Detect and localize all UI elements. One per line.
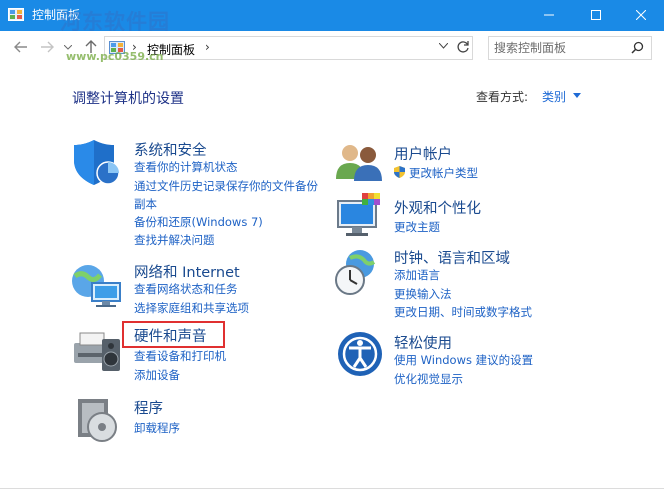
category-title-system-security[interactable]: 系统和安全 [134, 139, 207, 160]
link-change-theme[interactable]: 更改主题 [394, 220, 440, 234]
minimize-button[interactable] [526, 0, 572, 31]
view-by-chevron-icon[interactable] [573, 93, 581, 98]
title-bar: 控制面板 河东软件园 [0, 0, 664, 34]
uac-shield-icon [394, 166, 405, 178]
link-windows-recommended-settings[interactable]: 使用 Windows 建议的设置 [394, 353, 533, 367]
link-change-account-type[interactable]: 更改帐户类型 [409, 166, 478, 180]
close-icon [636, 10, 646, 20]
link-network-status[interactable]: 查看网络状态和任务 [134, 282, 238, 296]
network-globe-icon[interactable] [70, 261, 122, 309]
category-title-user-accounts[interactable]: 用户帐户 [394, 143, 452, 164]
control-panel-icon [8, 8, 24, 21]
link-optimize-visual-display[interactable]: 优化视觉显示 [394, 372, 463, 386]
maximize-button[interactable] [573, 0, 619, 31]
link-troubleshoot[interactable]: 查找并解决问题 [134, 233, 215, 247]
category-title-ease-of-access[interactable]: 轻松使用 [394, 332, 452, 353]
category-title-network[interactable]: 网络和 Internet [134, 261, 240, 282]
link-homegroup-sharing[interactable]: 选择家庭组和共享选项 [134, 301, 249, 315]
view-by-label: 查看方式: [476, 90, 529, 104]
link-change-input-method[interactable]: 更换输入法 [394, 287, 452, 301]
clock-globe-icon[interactable] [334, 248, 380, 298]
category-title-clock-region[interactable]: 时钟、语言和区域 [394, 247, 510, 268]
link-devices-printers[interactable]: 查看设备和打印机 [134, 349, 226, 363]
watermark-url: www.pc0359.cn [66, 50, 164, 63]
category-title-appearance[interactable]: 外观和个性化 [394, 197, 481, 218]
back-arrow-icon[interactable] [14, 40, 28, 54]
page-heading: 调整计算机的设置 [72, 91, 184, 107]
appearance-monitor-icon[interactable] [336, 193, 384, 239]
minimize-icon [544, 14, 554, 16]
link-change-date-time-format[interactable]: 更改日期、时间或数字格式 [394, 305, 532, 319]
ease-of-access-icon[interactable] [337, 331, 383, 377]
breadcrumb-chevron-icon[interactable]: › [205, 40, 210, 54]
link-backup-restore[interactable]: 备份和还原(Windows 7) [134, 215, 263, 229]
link-file-history-backup[interactable]: 通过文件历史记录保存你的文件备份 [134, 179, 318, 193]
search-icon[interactable] [631, 41, 644, 54]
shield-icon[interactable] [72, 138, 122, 188]
highlight-box [122, 321, 225, 348]
category-title-programs[interactable]: 程序 [134, 397, 163, 418]
maximize-icon [591, 10, 601, 20]
printer-speaker-icon[interactable] [72, 325, 124, 375]
address-dropdown-chevron-icon[interactable] [439, 43, 448, 49]
refresh-icon[interactable] [456, 40, 470, 54]
view-by-dropdown[interactable]: 类别 [542, 88, 566, 105]
user-accounts-icon[interactable] [336, 143, 382, 181]
programs-disc-icon[interactable] [76, 397, 122, 443]
link-add-language[interactable]: 添加语言 [394, 268, 440, 282]
search-input[interactable] [494, 40, 624, 56]
close-button[interactable] [618, 0, 664, 31]
link-uninstall-program[interactable]: 卸载程序 [134, 421, 180, 435]
link-view-computer-status[interactable]: 查看你的计算机状态 [134, 160, 238, 174]
link-add-device[interactable]: 添加设备 [134, 368, 180, 382]
search-box[interactable] [488, 36, 652, 60]
link-file-history-backup-cont[interactable]: 副本 [134, 197, 157, 211]
forward-arrow-icon[interactable] [40, 40, 54, 54]
